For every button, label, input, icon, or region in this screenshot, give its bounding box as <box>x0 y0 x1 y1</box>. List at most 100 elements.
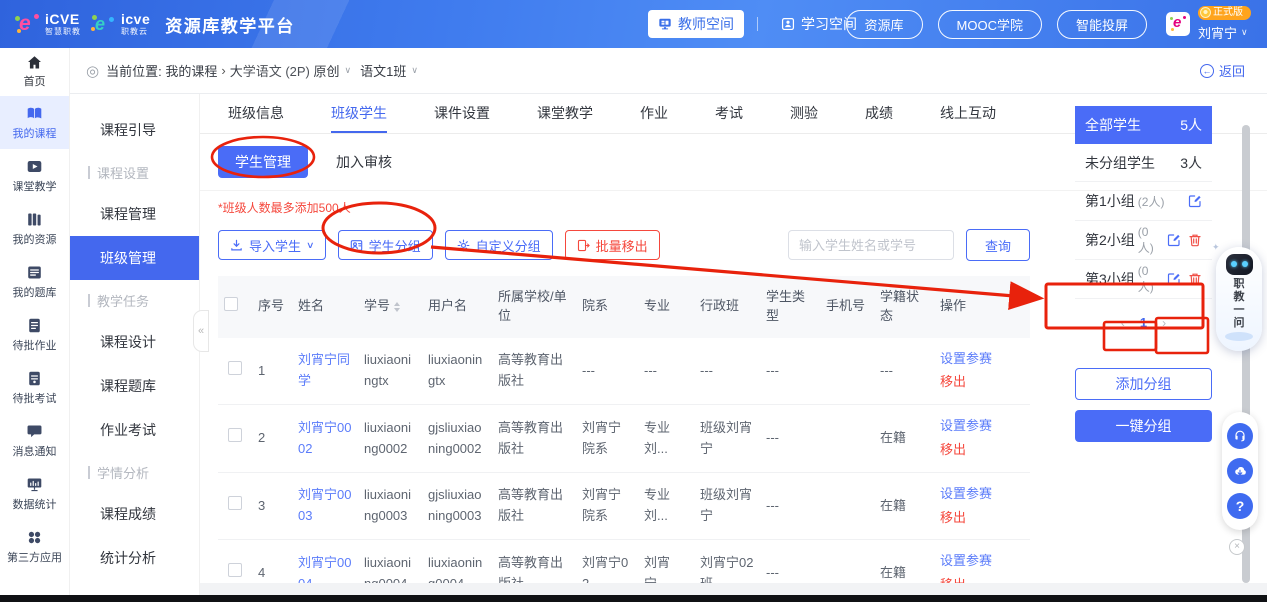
submenu-item[interactable]: 课程引导 <box>70 108 199 152</box>
rail-item[interactable]: 数据统计 <box>0 467 69 520</box>
remove-student-link[interactable]: 移出 <box>940 575 1024 583</box>
help-button[interactable]: ? <box>1227 493 1253 519</box>
custom-grouping-button[interactable]: 自定义分组 <box>445 230 553 260</box>
header-right: 资源库 MOOC学院智能投屏 e 正式版 刘宵宁 ∨ <box>846 6 1267 42</box>
set-contest-link[interactable]: 设置参赛 <box>940 416 1024 437</box>
student-name-link[interactable]: 刘宵宁0002 <box>298 420 351 456</box>
tab[interactable]: 班级学生 <box>331 94 387 133</box>
breadcrumb-course-select[interactable]: 大学语文 (2P) 原创 <box>230 61 340 80</box>
row-checkbox[interactable] <box>228 428 242 442</box>
logo-primary-caption: 智慧职教 <box>45 28 81 36</box>
rail-item-home[interactable]: 首页 <box>0 48 69 94</box>
nav-teacher-space[interactable]: 教师空间 <box>648 10 744 38</box>
submenu-item[interactable]: 课程成绩 <box>70 492 199 536</box>
close-widgets-button[interactable]: × <box>1229 539 1245 555</box>
submenu-item[interactable]: 课程设计 <box>70 320 199 364</box>
tab[interactable]: 成绩 <box>865 94 893 133</box>
row-checkbox[interactable] <box>228 361 242 375</box>
sort-control[interactable] <box>394 302 400 312</box>
table-row: 1 刘宵宁同学 liuxiaoningtx liuxiaoningtx 高等教育… <box>218 338 1030 405</box>
row-checkbox[interactable] <box>228 563 242 577</box>
set-contest-link[interactable]: 设置参赛 <box>940 551 1024 572</box>
delete-group-icon[interactable] <box>1188 272 1202 286</box>
page-number[interactable]: 1 <box>1140 315 1147 330</box>
remove-student-link[interactable]: 移出 <box>940 372 1024 393</box>
rail-item-label: 待批考试 <box>13 390 57 406</box>
user-box[interactable]: e 正式版 刘宵宁 ∨ <box>1166 6 1251 42</box>
search-query-button[interactable]: 查询 <box>966 229 1030 261</box>
customer-service-button[interactable] <box>1227 423 1253 449</box>
edit-group-icon[interactable] <box>1167 233 1181 247</box>
assistant-widget[interactable]: ✦ 职教一问 <box>1216 247 1262 351</box>
tab[interactable]: 班级信息 <box>228 94 284 133</box>
back-button[interactable]: ← 返回 <box>1200 61 1245 80</box>
stats-icon <box>26 476 43 493</box>
group-all-students[interactable]: 全部学生 5人 <box>1075 106 1212 144</box>
quick-link[interactable]: 资源库 <box>846 10 923 39</box>
student-search-input[interactable] <box>788 230 954 260</box>
download-button[interactable] <box>1227 458 1253 484</box>
page-prev-button[interactable]: ‹ <box>1121 316 1125 330</box>
user-menu[interactable]: 刘宵宁 ∨ <box>1198 23 1248 42</box>
cloud-icon <box>1225 332 1253 341</box>
import-students-button[interactable]: 导入学生 ∨ <box>218 230 326 260</box>
quick-link[interactable]: MOOC学院 <box>938 10 1042 39</box>
table-row: 2 刘宵宁0002 liuxiaoning0002 gjsliuxiaoning… <box>218 405 1030 473</box>
set-contest-link[interactable]: 设置参赛 <box>940 484 1024 505</box>
rail-item[interactable]: 第三方应用 <box>0 520 69 573</box>
breadcrumb-root[interactable]: 我的课程 <box>165 61 217 80</box>
user-name-text: 刘宵宁 <box>1198 23 1237 42</box>
rail-item[interactable]: 我的题库 <box>0 255 69 308</box>
rail-item-label: 第三方应用 <box>7 549 62 565</box>
space-nav: 教师空间 学习空间 <box>648 0 867 48</box>
remove-student-link[interactable]: 移出 <box>940 508 1024 529</box>
page-next-button[interactable]: › <box>1162 316 1166 330</box>
group-row[interactable]: 第2小组 (0人) <box>1075 221 1212 260</box>
submenu-item[interactable]: 班级管理 <box>70 236 199 280</box>
quick-link[interactable]: 智能投屏 <box>1057 10 1147 39</box>
row-checkbox[interactable] <box>228 496 242 510</box>
subtab[interactable]: 学生管理 <box>218 146 308 178</box>
rail-item[interactable]: 我的课程 <box>0 96 69 149</box>
tab[interactable]: 课件设置 <box>434 94 490 133</box>
add-group-button[interactable]: 添加分组 <box>1075 368 1212 400</box>
student-name-link[interactable]: 刘宵宁0003 <box>298 487 351 523</box>
edit-group-icon[interactable] <box>1167 272 1181 286</box>
tab[interactable]: 考试 <box>715 94 743 133</box>
rail-item[interactable]: 待批考试 <box>0 361 69 414</box>
edit-group-icon[interactable] <box>1188 194 1202 208</box>
select-all-checkbox[interactable] <box>224 297 238 311</box>
tab[interactable]: 课堂教学 <box>537 94 593 133</box>
student-name-link[interactable]: 刘宵宁0004 <box>298 555 351 583</box>
icve-mini-app-icon[interactable]: e <box>1166 12 1190 36</box>
sidebar-collapse-handle[interactable]: « <box>193 310 209 352</box>
column-header: 姓名 <box>292 276 358 338</box>
rail-item[interactable]: 我的资源 <box>0 202 69 255</box>
rail-item[interactable]: 消息通知 <box>0 414 69 467</box>
submenu-item[interactable]: 作业考试 <box>70 408 199 452</box>
student-grouping-button[interactable]: 学生分组 <box>338 230 433 260</box>
tab[interactable]: 测验 <box>790 94 818 133</box>
group-count: (0人) <box>1138 264 1160 295</box>
rail-item[interactable]: 课堂教学 <box>0 149 69 202</box>
play-icon <box>26 158 43 175</box>
group-ungrouped-students[interactable]: 未分组学生 3人 <box>1075 144 1212 182</box>
submenu-item[interactable]: 课程管理 <box>70 192 199 236</box>
student-table: 序号姓名学号用户名所属学校/单位院系专业行政班学生类型手机号学籍状态操作 1 刘… <box>218 276 1030 583</box>
group-row[interactable]: 第1小组 (2人) <box>1075 182 1212 221</box>
subtab[interactable]: 加入审核 <box>332 146 396 178</box>
column-header: 学籍状态 <box>874 276 934 338</box>
submenu-item[interactable]: 课程题库 <box>70 364 199 408</box>
batch-remove-button[interactable]: 批量移出 <box>565 230 660 260</box>
breadcrumb-class-select[interactable]: 语文1班 <box>360 61 406 80</box>
tab[interactable]: 线上互动 <box>940 94 996 133</box>
delete-group-icon[interactable] <box>1188 233 1202 247</box>
rail-item[interactable]: 待批作业 <box>0 308 69 361</box>
set-contest-link[interactable]: 设置参赛 <box>940 349 1024 370</box>
remove-student-link[interactable]: 移出 <box>940 440 1024 461</box>
tab[interactable]: 作业 <box>640 94 668 133</box>
group-row[interactable]: 第3小组 (0人) <box>1075 260 1212 299</box>
submenu-item[interactable]: 统计分析 <box>70 536 199 580</box>
student-name-link[interactable]: 刘宵宁同学 <box>298 352 350 388</box>
one-click-group-button[interactable]: 一键分组 <box>1075 410 1212 442</box>
